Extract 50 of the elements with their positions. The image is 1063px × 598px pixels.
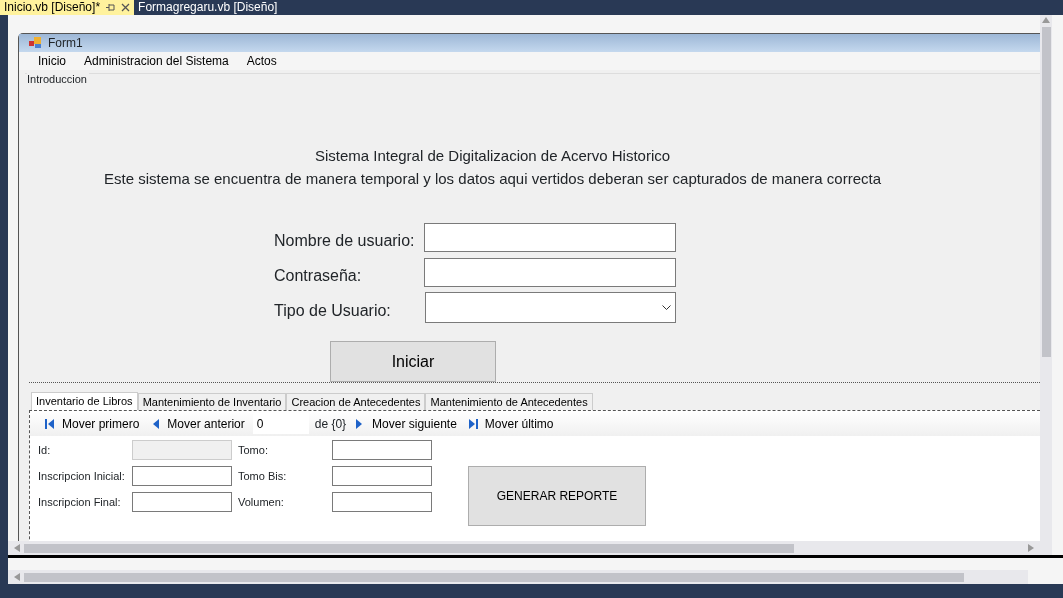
scroll-up-icon[interactable] <box>1042 17 1050 23</box>
tab[interactable]: Mantenimiento de Antecedentes <box>425 393 593 410</box>
field-label: Id: <box>38 442 52 458</box>
field-label: Contraseña: <box>274 265 363 286</box>
document-tab[interactable]: Inicio.vb [Diseño]* <box>0 0 135 15</box>
nav-button[interactable]: Mover siguiente <box>352 414 459 433</box>
group-label: Introduccion <box>27 72 89 86</box>
field-label: Tomo: <box>238 442 269 458</box>
heading-text: Sistema Integral de Digitalizacion de Acervo Historico <box>313 146 672 166</box>
menu-item[interactable]: Inicio <box>29 52 75 70</box>
first-icon <box>44 417 56 430</box>
form-icon <box>29 37 43 49</box>
tab[interactable]: Inventario de Libros <box>31 392 138 410</box>
scroll-left-icon[interactable] <box>14 573 20 581</box>
field-label: Tipo de Usuario: <box>274 300 392 321</box>
pin-icon[interactable] <box>106 3 116 12</box>
field-label: Volumen: <box>238 494 285 510</box>
horizontal-scrollbar[interactable] <box>8 570 1028 584</box>
input-field[interactable] <box>424 258 676 287</box>
field-label: Nombre de usuario: <box>274 230 416 251</box>
scroll-left-icon[interactable] <box>14 544 20 552</box>
tab[interactable]: Mantenimiento de Inventario <box>137 393 287 410</box>
record-count: de {0} <box>314 415 347 433</box>
input-field[interactable] <box>332 466 432 486</box>
menu-item[interactable]: Administracion del Sistema <box>75 52 238 70</box>
position-field[interactable]: 0 <box>252 413 309 434</box>
report-button[interactable]: GENERAR REPORTE <box>468 466 646 526</box>
input-field[interactable] <box>132 492 232 512</box>
document-tab[interactable]: Formagregaru.vb [Diseño] <box>134 0 282 15</box>
field-label: Inscripcion Inicial: <box>38 468 126 484</box>
form-title: Form1 <box>48 35 83 52</box>
horizontal-scrollbar[interactable] <box>8 541 1040 555</box>
input-field[interactable] <box>332 440 432 460</box>
close-icon[interactable] <box>121 3 131 12</box>
input-field[interactable] <box>424 223 676 252</box>
nav-button[interactable]: Mover último <box>464 414 556 433</box>
dropdown-field[interactable] <box>425 292 676 323</box>
last-icon <box>466 417 479 430</box>
login-button[interactable]: Iniciar <box>330 341 496 382</box>
menu-item[interactable]: Actos <box>237 52 286 70</box>
tab[interactable]: Creacion de Antecedentes <box>286 393 426 410</box>
field-label: Tomo Bis: <box>238 468 288 484</box>
nav-button[interactable]: Mover anterior <box>147 414 247 433</box>
scroll-right-icon[interactable] <box>1028 544 1034 552</box>
vertical-scrollbar[interactable] <box>1040 15 1052 555</box>
field-label: Inscripcion Final: <box>38 494 122 510</box>
heading-text: Este sistema se encuentra de manera temporal y los datos aqui vertidos deberan ser capturados de manera correcta <box>102 169 883 189</box>
input-field[interactable] <box>132 466 232 486</box>
nav-button[interactable]: Mover primero <box>42 414 142 433</box>
input-field[interactable] <box>332 492 432 512</box>
